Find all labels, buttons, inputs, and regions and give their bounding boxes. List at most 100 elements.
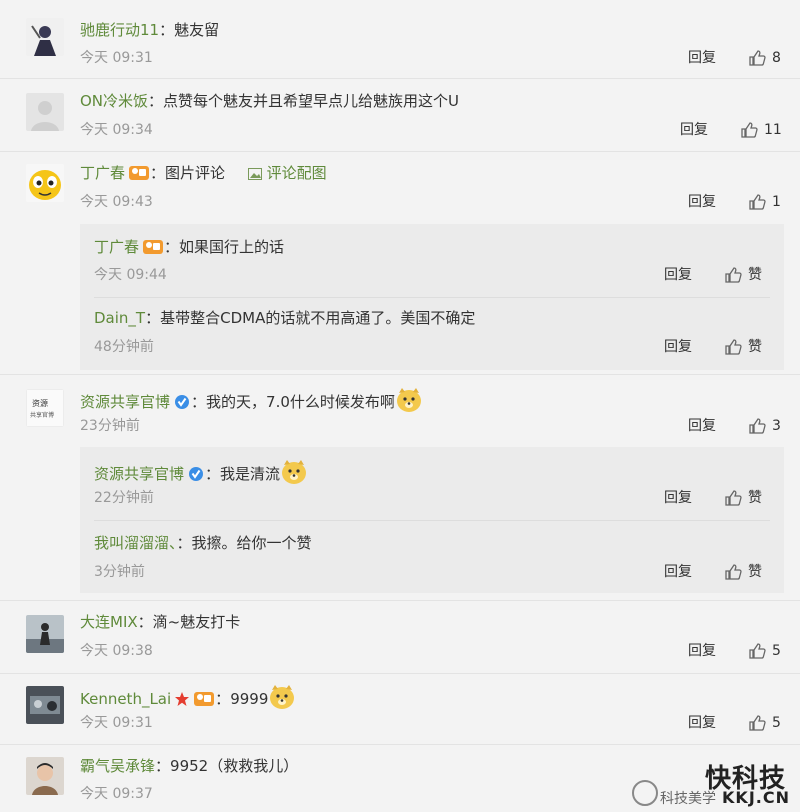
like-label: 赞 bbox=[748, 564, 762, 580]
like-button[interactable]: 3 bbox=[748, 417, 781, 435]
username[interactable]: Kenneth_Lai bbox=[80, 690, 171, 708]
thumbs-up-icon bbox=[725, 267, 742, 283]
username[interactable]: 资源共享官博 bbox=[80, 393, 170, 411]
thumbs-up-icon bbox=[725, 564, 742, 580]
like-label: 赞 bbox=[748, 267, 762, 283]
username[interactable]: 丁广春 bbox=[80, 164, 125, 182]
username[interactable]: 驰鹿行动11 bbox=[80, 21, 159, 39]
reply-button[interactable]: 回复 bbox=[688, 49, 716, 67]
reply-line: 我叫溜溜溜、：我擦。给你一个赞 bbox=[94, 534, 312, 552]
image-comment-link[interactable]: 评论配图 bbox=[267, 164, 327, 182]
username[interactable]: ON冷米饭 bbox=[80, 92, 148, 110]
timestamp: 今天 09:38 bbox=[80, 643, 153, 659]
timestamp: 今天 09:31 bbox=[80, 715, 153, 731]
like-button[interactable]: 赞 bbox=[724, 338, 762, 356]
reply-item: 我叫溜溜溜、：我擦。给你一个赞 3分钟前 回复 赞 bbox=[80, 521, 784, 593]
doge-emoji-icon bbox=[280, 459, 308, 490]
like-count: 5 bbox=[772, 643, 781, 659]
like-button[interactable]: 8 bbox=[748, 49, 781, 67]
member-badge-icon bbox=[142, 237, 164, 260]
avatar[interactable] bbox=[26, 615, 64, 653]
comment-item: 驰鹿行动11：魅友留 今天 09:31 回复 8 bbox=[0, 0, 800, 78]
like-button[interactable]: 5 bbox=[748, 714, 781, 732]
reply-button[interactable]: 回复 bbox=[680, 121, 708, 139]
star-icon bbox=[174, 691, 190, 712]
reply-button[interactable]: 回复 bbox=[664, 489, 692, 507]
member-badge-icon bbox=[193, 689, 215, 712]
svg-text:资源: 资源 bbox=[32, 398, 48, 408]
comment-text: 魅友留 bbox=[174, 21, 220, 39]
comment-text: 9952（救救我儿） bbox=[170, 757, 299, 775]
username[interactable]: 大连MIX bbox=[80, 613, 138, 631]
timestamp: 23分钟前 bbox=[80, 418, 140, 434]
comment-text: 滴~魅友打卡 bbox=[152, 613, 241, 631]
reply-line: 资源共享官博 ：我是清流 bbox=[94, 459, 308, 490]
thumbs-up-icon bbox=[741, 122, 758, 138]
comment-item: Kenneth_Lai ：9999 今天 09:31 回复 5 bbox=[0, 674, 800, 744]
avatar[interactable] bbox=[26, 164, 64, 202]
timestamp: 48分钟前 bbox=[94, 339, 154, 355]
like-button[interactable]: 赞 bbox=[724, 489, 762, 507]
timestamp: 22分钟前 bbox=[94, 490, 154, 506]
comment-line: 大连MIX：滴~魅友打卡 bbox=[80, 613, 241, 631]
reply-text: 我擦。给你一个赞 bbox=[191, 534, 312, 552]
avatar[interactable]: 资源 共享官博 bbox=[26, 389, 64, 427]
verified-icon bbox=[187, 464, 205, 487]
reply-button[interactable]: 回复 bbox=[688, 642, 716, 660]
like-button[interactable]: 赞 bbox=[724, 563, 762, 581]
reply-button[interactable]: 回复 bbox=[688, 193, 716, 211]
comment-line: 资源共享官博 ：我的天，7.0什么时候发布啊 bbox=[80, 387, 423, 418]
comment-text: 我的天，7.0什么时候发布啊 bbox=[206, 393, 395, 411]
username[interactable]: 我叫溜溜溜、 bbox=[94, 534, 177, 552]
like-button[interactable]: 赞 bbox=[724, 266, 762, 284]
username[interactable]: 霸气吴承锋 bbox=[80, 757, 155, 775]
comment-line: 霸气吴承锋：9952（救救我儿） bbox=[80, 757, 299, 775]
reply-button[interactable]: 回复 bbox=[688, 714, 716, 732]
reply-thread: 资源共享官博 ：我是清流 22分钟前 回复 赞 我叫溜溜溜、：我擦。给你一个赞 3… bbox=[80, 447, 784, 593]
like-button[interactable]: 5 bbox=[748, 642, 781, 660]
reply-item: Dain_T：基带整合CDMA的话就不用高通了。美国不确定 48分钟前 回复 赞 bbox=[80, 298, 784, 370]
reply-button[interactable]: 回复 bbox=[688, 417, 716, 435]
comment-text: 9999 bbox=[230, 690, 269, 708]
like-button[interactable]: 1 bbox=[748, 193, 781, 211]
username[interactable]: 丁广春 bbox=[94, 238, 139, 256]
avatar[interactable] bbox=[26, 686, 64, 724]
reply-button[interactable]: 回复 bbox=[664, 266, 692, 284]
timestamp: 3分钟前 bbox=[94, 564, 145, 580]
like-count: 1 bbox=[772, 194, 781, 210]
reply-button[interactable]: 回复 bbox=[664, 338, 692, 356]
doge-emoji-icon bbox=[395, 387, 423, 418]
username[interactable]: Dain_T bbox=[94, 309, 145, 327]
thumbs-up-icon bbox=[749, 418, 766, 434]
watermark-domain: KKJ.CN bbox=[722, 788, 790, 807]
svg-text:共享官博: 共享官博 bbox=[30, 411, 54, 419]
doge-emoji-icon bbox=[268, 684, 296, 715]
reply-button[interactable]: 回复 bbox=[664, 563, 692, 581]
comment-item: 丁广春 ：图片评论 评论配图 今天 09:43 回复 1 丁广春 ：如果国行上的话 … bbox=[0, 152, 800, 374]
reply-line: Dain_T：基带整合CDMA的话就不用高通了。美国不确定 bbox=[94, 309, 476, 327]
reply-line: 丁广春 ：如果国行上的话 bbox=[94, 237, 284, 260]
thumbs-up-icon bbox=[749, 643, 766, 659]
username[interactable]: 资源共享官博 bbox=[94, 465, 184, 483]
comment-line: ON冷米饭：点赞每个魅友并且希望早点儿给魅族用这个U bbox=[80, 92, 460, 110]
like-label: 赞 bbox=[748, 490, 762, 506]
comment-item: 大连MIX：滴~魅友打卡 今天 09:38 回复 5 bbox=[0, 601, 800, 673]
avatar[interactable] bbox=[26, 18, 64, 56]
watermark: 快科技 科技美学 KKJ.CN bbox=[632, 758, 792, 808]
thumbs-up-icon bbox=[725, 490, 742, 506]
avatar[interactable] bbox=[26, 757, 64, 795]
like-count: 11 bbox=[764, 122, 782, 138]
reply-text: 基带整合CDMA的话就不用高通了。美国不确定 bbox=[160, 309, 476, 327]
like-button[interactable]: 11 bbox=[740, 121, 782, 139]
thumbs-up-icon bbox=[725, 339, 742, 355]
like-count: 3 bbox=[772, 418, 781, 434]
thumbs-up-icon bbox=[749, 715, 766, 731]
timestamp: 今天 09:31 bbox=[80, 50, 153, 66]
reply-item: 丁广春 ：如果国行上的话 今天 09:44 回复 赞 bbox=[80, 224, 784, 296]
thumbs-up-icon bbox=[749, 50, 766, 66]
reply-thread: 丁广春 ：如果国行上的话 今天 09:44 回复 赞 Dain_T：基带整合CDM… bbox=[80, 224, 784, 370]
reply-text: 我是清流 bbox=[220, 465, 281, 483]
timestamp: 今天 09:37 bbox=[80, 786, 153, 802]
verified-icon bbox=[173, 392, 191, 415]
avatar[interactable] bbox=[26, 93, 64, 131]
